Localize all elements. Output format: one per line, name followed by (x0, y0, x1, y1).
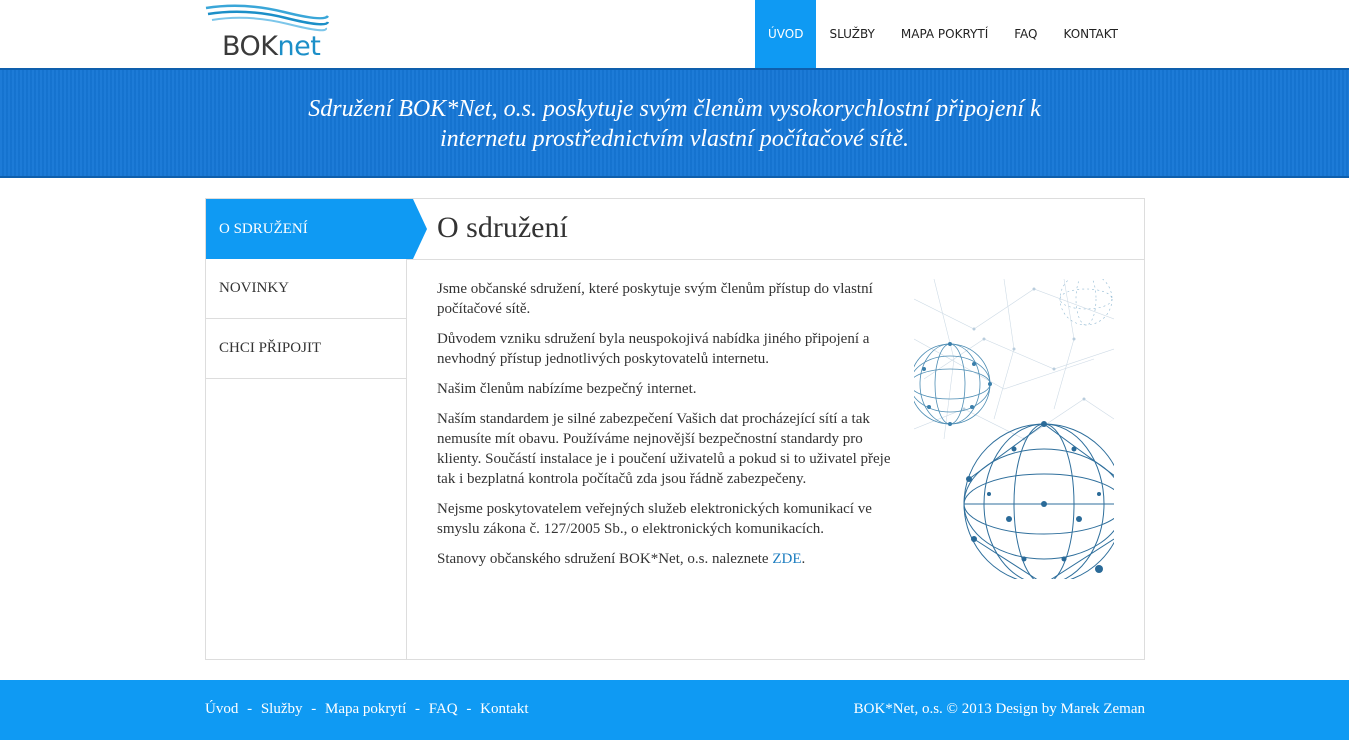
nav-item-mapa-pokryti[interactable]: MAPA POKRYTÍ (888, 0, 1001, 68)
footer-link-mapa-pokryti[interactable]: Mapa pokrytí (325, 701, 406, 717)
paragraph: Našim členům nabízíme bezpečný internet. (437, 381, 697, 397)
footer-link-sluzby[interactable]: Služby (261, 701, 303, 717)
site-footer: Úvod - Služby - Mapa pokrytí - FAQ - Kon… (0, 680, 1349, 740)
title-divider (407, 259, 1144, 260)
footer-link-kontakt[interactable]: Kontakt (480, 701, 528, 717)
nav-item-kontakt[interactable]: KONTAKT (1051, 0, 1132, 68)
footer-separator: - (415, 701, 420, 717)
page-title: O sdružení (437, 211, 568, 244)
sidebar: O SDRUŽENÍ NOVINKY CHCI PŘIPOJIT (206, 199, 427, 659)
banner-text: Sdružení BOK*Net, o.s. poskytuje svým čl… (0, 94, 1349, 154)
network-globe-image (914, 279, 1114, 579)
stanovy-text: Stanovy občanského sdružení BOK*Net, o.s… (437, 551, 773, 567)
nav-item-faq[interactable]: FAQ (1001, 0, 1050, 68)
content-box: O SDRUŽENÍ NOVINKY CHCI PŘIPOJIT O sdruž… (205, 198, 1145, 660)
logo-bok: BOK (222, 31, 278, 62)
footer-separator: - (466, 701, 472, 717)
sidebar-item-o-sdruzeni[interactable]: O SDRUŽENÍ (206, 199, 427, 259)
hero-banner: Sdružení BOK*Net, o.s. poskytuje svým čl… (0, 68, 1349, 178)
stanovy-suffix: . (801, 551, 806, 567)
footer-link-uvod[interactable]: Úvod (205, 701, 238, 717)
footer-separator: - (311, 701, 317, 717)
stanovy-link[interactable]: ZDE (772, 551, 801, 567)
site-logo[interactable]: BOKnet (204, 4, 334, 66)
paragraph: Jsme občanské sdružení, které poskytuje … (437, 281, 873, 317)
article-body: Jsme občanské sdružení, které poskytuje … (437, 279, 907, 579)
paragraph: Nejsme poskytovatelem veřejných služeb e… (437, 501, 872, 537)
logo-text: BOKnet (222, 31, 321, 62)
logo-net: net (277, 31, 321, 62)
sidebar-item-chci-pripojit[interactable]: CHCI PŘIPOJIT (206, 319, 406, 379)
paragraph: Důvodem vzniku sdružení byla neuspokojiv… (437, 331, 870, 367)
footer-nav: Úvod - Služby - Mapa pokrytí - FAQ - Kon… (205, 701, 528, 718)
footer-copyright: BOK*Net, o.s. © 2013 Design by Marek Zem… (853, 701, 1145, 717)
paragraph-stanovy: Stanovy občanského sdružení BOK*Net, o.s… (437, 549, 907, 569)
nav-item-uvod[interactable]: ÚVOD (755, 0, 817, 68)
paragraph: Naším standardem je silné zabezpečení Va… (437, 411, 891, 487)
banner-line-2: internetu prostřednictvím vlastní počíta… (439, 126, 909, 152)
site-header: BOKnet ÚVOD SLUŽBY MAPA POKRYTÍ FAQ KONT… (0, 0, 1349, 68)
footer-link-faq[interactable]: FAQ (429, 701, 458, 717)
sidebar-item-novinky[interactable]: NOVINKY (206, 259, 406, 319)
banner-line-1: Sdružení BOK*Net, o.s. poskytuje svým čl… (308, 96, 1041, 122)
nav-item-sluzby[interactable]: SLUŽBY (816, 0, 887, 68)
footer-separator: - (247, 701, 253, 717)
wave-icon (205, 4, 330, 32)
main-nav: ÚVOD SLUŽBY MAPA POKRYTÍ FAQ KONTAKT (755, 0, 1131, 68)
